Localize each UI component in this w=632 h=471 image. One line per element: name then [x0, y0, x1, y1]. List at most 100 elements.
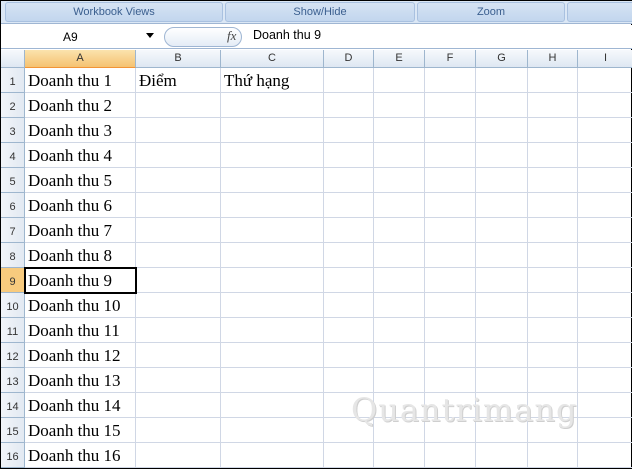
- cell-F12[interactable]: [425, 343, 476, 368]
- cell-G4[interactable]: [476, 143, 528, 168]
- cell-A6[interactable]: Doanh thu 6: [25, 193, 136, 218]
- cell-I14[interactable]: [578, 393, 632, 418]
- cell-A10[interactable]: Doanh thu 10: [25, 293, 136, 318]
- cell-E9[interactable]: [374, 268, 425, 293]
- cell-H9[interactable]: [528, 268, 578, 293]
- cell-C6[interactable]: [221, 193, 324, 218]
- insert-function-icon[interactable]: fx: [227, 28, 236, 44]
- column-header-G[interactable]: G: [476, 50, 528, 68]
- cell-E8[interactable]: [374, 243, 425, 268]
- row-header-16[interactable]: 16: [1, 443, 25, 468]
- cell-C11[interactable]: [221, 318, 324, 343]
- cell-C14[interactable]: [221, 393, 324, 418]
- cell-E6[interactable]: [374, 193, 425, 218]
- cell-A12[interactable]: Doanh thu 12: [25, 343, 136, 368]
- cell-A14[interactable]: Doanh thu 14: [25, 393, 136, 418]
- cell-A8[interactable]: Doanh thu 8: [25, 243, 136, 268]
- row-header-8[interactable]: 8: [1, 243, 25, 268]
- row-header-1[interactable]: 1: [1, 68, 25, 93]
- cell-F5[interactable]: [425, 168, 476, 193]
- cell-G15[interactable]: [476, 418, 528, 443]
- cell-C10[interactable]: [221, 293, 324, 318]
- cell-C7[interactable]: [221, 218, 324, 243]
- cell-B14[interactable]: [136, 393, 221, 418]
- cell-E11[interactable]: [374, 318, 425, 343]
- cell-B6[interactable]: [136, 193, 221, 218]
- cell-C16[interactable]: [221, 443, 324, 468]
- cell-B9[interactable]: [136, 268, 221, 293]
- ribbon-group-zoom[interactable]: Zoom: [417, 2, 565, 22]
- cell-C4[interactable]: [221, 143, 324, 168]
- cell-B1[interactable]: Điểm: [136, 68, 221, 93]
- cell-D16[interactable]: [324, 443, 374, 468]
- cell-H1[interactable]: [528, 68, 578, 93]
- cell-E14[interactable]: [374, 393, 425, 418]
- cell-I16[interactable]: [578, 443, 632, 468]
- cell-A4[interactable]: Doanh thu 4: [25, 143, 136, 168]
- cell-D4[interactable]: [324, 143, 374, 168]
- row-header-4[interactable]: 4: [1, 143, 25, 168]
- cell-D6[interactable]: [324, 193, 374, 218]
- cell-B8[interactable]: [136, 243, 221, 268]
- row-header-11[interactable]: 11: [1, 318, 25, 343]
- ribbon-group-workbook-views[interactable]: Workbook Views: [5, 2, 223, 22]
- cell-E1[interactable]: [374, 68, 425, 93]
- cell-E2[interactable]: [374, 93, 425, 118]
- cell-C13[interactable]: [221, 368, 324, 393]
- row-header-3[interactable]: 3: [1, 118, 25, 143]
- cell-C3[interactable]: [221, 118, 324, 143]
- cell-E15[interactable]: [374, 418, 425, 443]
- cell-G11[interactable]: [476, 318, 528, 343]
- cell-H8[interactable]: [528, 243, 578, 268]
- row-header-7[interactable]: 7: [1, 218, 25, 243]
- cell-I11[interactable]: [578, 318, 632, 343]
- cell-H4[interactable]: [528, 143, 578, 168]
- name-box[interactable]: A9: [3, 27, 158, 47]
- cell-H12[interactable]: [528, 343, 578, 368]
- cell-F6[interactable]: [425, 193, 476, 218]
- cell-F10[interactable]: [425, 293, 476, 318]
- cell-C5[interactable]: [221, 168, 324, 193]
- cell-B4[interactable]: [136, 143, 221, 168]
- cell-D5[interactable]: [324, 168, 374, 193]
- cell-C9[interactable]: [221, 268, 324, 293]
- cell-B5[interactable]: [136, 168, 221, 193]
- row-header-6[interactable]: 6: [1, 193, 25, 218]
- cell-H6[interactable]: [528, 193, 578, 218]
- cell-I8[interactable]: [578, 243, 632, 268]
- column-header-C[interactable]: C: [221, 50, 324, 68]
- cell-A13[interactable]: Doanh thu 13: [25, 368, 136, 393]
- cell-G6[interactable]: [476, 193, 528, 218]
- cell-E3[interactable]: [374, 118, 425, 143]
- ribbon-group-show-hide[interactable]: Show/Hide: [225, 2, 415, 22]
- cell-H10[interactable]: [528, 293, 578, 318]
- cell-H16[interactable]: [528, 443, 578, 468]
- cell-I7[interactable]: [578, 218, 632, 243]
- cell-H2[interactable]: [528, 93, 578, 118]
- cell-H3[interactable]: [528, 118, 578, 143]
- cell-G14[interactable]: [476, 393, 528, 418]
- cell-D2[interactable]: [324, 93, 374, 118]
- cell-E7[interactable]: [374, 218, 425, 243]
- cell-A7[interactable]: Doanh thu 7: [25, 218, 136, 243]
- cell-B3[interactable]: [136, 118, 221, 143]
- cell-G7[interactable]: [476, 218, 528, 243]
- cell-I13[interactable]: [578, 368, 632, 393]
- cell-A11[interactable]: Doanh thu 11: [25, 318, 136, 343]
- cell-G5[interactable]: [476, 168, 528, 193]
- cell-D15[interactable]: [324, 418, 374, 443]
- column-header-F[interactable]: F: [425, 50, 476, 68]
- cell-F3[interactable]: [425, 118, 476, 143]
- cell-G16[interactable]: [476, 443, 528, 468]
- cell-I4[interactable]: [578, 143, 632, 168]
- row-header-5[interactable]: 5: [1, 168, 25, 193]
- cell-G8[interactable]: [476, 243, 528, 268]
- cell-D11[interactable]: [324, 318, 374, 343]
- cell-I12[interactable]: [578, 343, 632, 368]
- cell-G13[interactable]: [476, 368, 528, 393]
- cell-D1[interactable]: [324, 68, 374, 93]
- row-header-15[interactable]: 15: [1, 418, 25, 443]
- cell-E10[interactable]: [374, 293, 425, 318]
- cell-I5[interactable]: [578, 168, 632, 193]
- cell-H7[interactable]: [528, 218, 578, 243]
